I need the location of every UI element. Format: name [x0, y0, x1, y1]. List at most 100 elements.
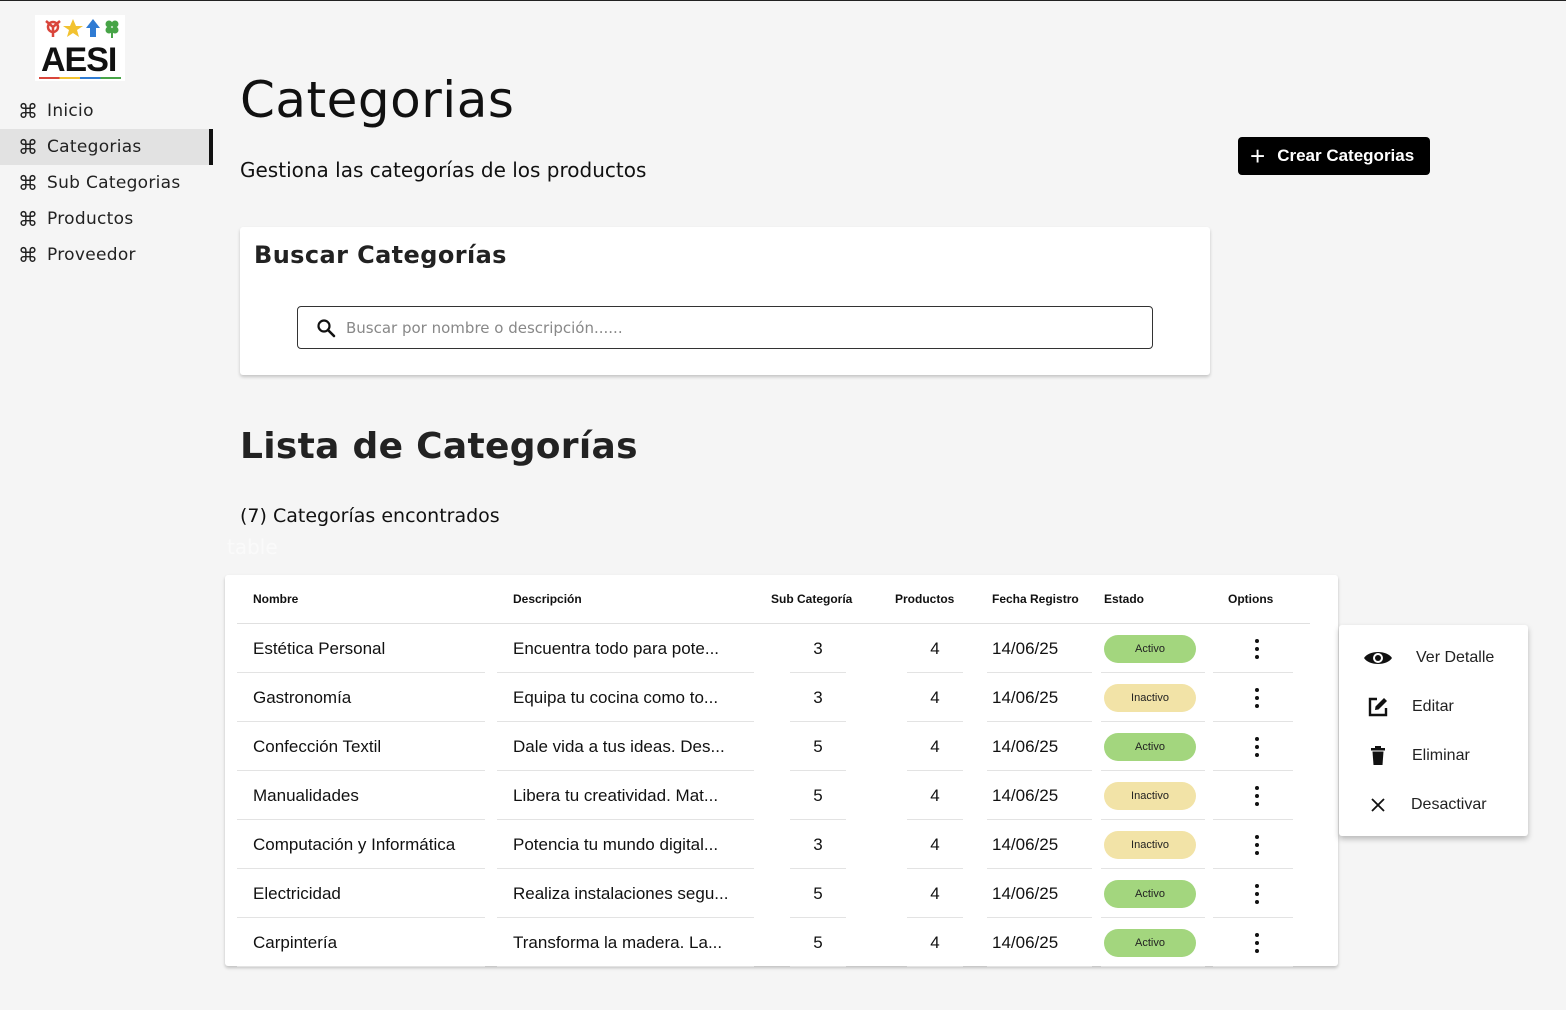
cell-descripcion: Transforma la madera. La...: [513, 932, 723, 952]
cell-estado: Activo: [1104, 722, 1204, 771]
cell-estado: Inactivo: [1104, 771, 1204, 820]
column-header-nombre[interactable]: Nombre: [253, 592, 298, 606]
menu-item-ver-detalle[interactable]: Ver Detalle: [1339, 633, 1528, 682]
column-header-estado[interactable]: Estado: [1104, 592, 1144, 606]
more-vertical-icon: [1247, 781, 1267, 811]
cell-fecha-registro: 14/06/25: [992, 834, 1059, 854]
sidebar-item-inicio[interactable]: ⌘ Inicio: [0, 93, 213, 129]
cell-divider: [907, 966, 963, 967]
column-header-productos[interactable]: Productos: [895, 592, 954, 606]
command-icon: ⌘: [18, 207, 39, 231]
eye-icon: [1363, 643, 1393, 673]
cell-nombre: Manualidades: [253, 785, 359, 805]
table-row: Gastronomía Equipa tu cocina como to... 3 4…: [225, 673, 1338, 722]
cell-fecha-registro: 14/06/25: [992, 883, 1059, 903]
more-vertical-icon: [1247, 732, 1267, 762]
cell-sub-categoria: 3: [813, 638, 823, 658]
create-category-button[interactable]: + Crear Categorias: [1238, 137, 1430, 175]
column-header-fecha-registro[interactable]: Fecha Registro: [992, 592, 1079, 606]
row-options-button[interactable]: [1229, 624, 1285, 673]
cell-divider: [497, 966, 754, 967]
column-header-options: Options: [1228, 592, 1274, 606]
cell-nombre: Carpintería: [253, 932, 338, 952]
cell-productos: 4: [930, 736, 940, 756]
cell-productos: 4: [930, 932, 940, 952]
row-options-button[interactable]: [1229, 918, 1285, 967]
status-badge: Activo: [1104, 879, 1196, 908]
command-icon: ⌘: [18, 135, 39, 159]
logo-text: AESI: [41, 41, 117, 79]
trash-icon: [1363, 741, 1393, 771]
row-options-button[interactable]: [1229, 722, 1285, 771]
cell-fecha-registro: 14/06/25: [992, 785, 1059, 805]
more-vertical-icon: [1247, 928, 1267, 958]
table-row: Electricidad Realiza instalaciones segu..…: [225, 869, 1338, 918]
sidebar-item-categorias[interactable]: ⌘ Categorias: [0, 129, 213, 165]
cell-sub-categoria: 5: [813, 785, 823, 805]
sidebar-item-sub-categorias[interactable]: ⌘ Sub Categorias: [0, 165, 213, 201]
cell-divider: [987, 966, 1092, 967]
cell-estado: Activo: [1104, 624, 1204, 673]
sidebar-item-label: Productos: [47, 209, 134, 229]
column-header-descripcion[interactable]: Descripción: [513, 592, 582, 606]
search-card: Buscar Categorías: [240, 227, 1210, 375]
cell-fecha-registro: 14/06/25: [992, 932, 1059, 952]
cell-divider: [790, 966, 846, 967]
row-options-menu: Ver Detalle Editar Eliminar Desactivar: [1339, 625, 1528, 836]
sidebar-item-proveedor[interactable]: ⌘ Proveedor: [0, 237, 213, 273]
results-count: (7) Categorías encontrados: [240, 505, 500, 527]
command-icon: ⌘: [18, 171, 39, 195]
cell-nombre: Computación y Informática: [253, 834, 456, 854]
cell-productos: 4: [930, 834, 940, 854]
search-card-title: Buscar Categorías: [254, 241, 507, 269]
cell-productos: 4: [930, 687, 940, 707]
sidebar-item-label: Inicio: [47, 101, 94, 121]
cell-descripcion: Libera tu creatividad. Mat...: [513, 785, 719, 805]
cell-descripcion: Encuentra todo para pote...: [513, 638, 720, 658]
search-box[interactable]: [297, 306, 1153, 349]
row-options-button[interactable]: [1229, 771, 1285, 820]
table-row: Confección Textil Dale vida a tus ideas. …: [225, 722, 1338, 771]
menu-item-label: Editar: [1412, 697, 1454, 715]
column-header-sub-categoria[interactable]: Sub Categoría: [771, 592, 852, 606]
table-row: Estética Personal Encuentra todo para pot…: [225, 624, 1338, 673]
sidebar-item-label: Sub Categorias: [47, 173, 181, 193]
table-row: Computación y Informática Potencia tu mun…: [225, 820, 1338, 869]
cell-estado: Inactivo: [1104, 820, 1204, 869]
more-vertical-icon: [1247, 634, 1267, 664]
menu-item-desactivar[interactable]: Desactivar: [1339, 780, 1528, 829]
sidebar-item-productos[interactable]: ⌘ Productos: [0, 201, 213, 237]
status-badge: Inactivo: [1104, 830, 1196, 859]
cell-sub-categoria: 5: [813, 883, 823, 903]
cell-divider: [1101, 966, 1205, 967]
menu-item-label: Ver Detalle: [1416, 648, 1495, 666]
row-options-button[interactable]: [1229, 673, 1285, 722]
menu-item-eliminar[interactable]: Eliminar: [1339, 731, 1528, 780]
page-subtitle: Gestiona las categorías de los productos: [240, 158, 647, 182]
row-options-button[interactable]: [1229, 820, 1285, 869]
table-ghost-label: table: [227, 535, 278, 559]
cell-nombre: Estética Personal: [253, 638, 386, 658]
cell-sub-categoria: 3: [813, 834, 823, 854]
table-row: Carpintería Transforma la madera. La... 5 4…: [225, 918, 1338, 967]
cell-fecha-registro: 14/06/25: [992, 736, 1059, 756]
cell-estado: Activo: [1104, 918, 1204, 967]
cell-productos: 4: [930, 883, 940, 903]
list-title: Lista de Categorías: [240, 426, 638, 467]
row-options-button[interactable]: [1229, 869, 1285, 918]
cell-fecha-registro: 14/06/25: [992, 638, 1059, 658]
search-icon: [317, 318, 336, 337]
logo-figures-icon: [43, 17, 119, 39]
plus-icon: +: [1250, 141, 1266, 171]
cell-divider: [237, 966, 485, 967]
search-input[interactable]: [346, 318, 1126, 337]
logo-underline: [39, 77, 121, 79]
cell-nombre: Electricidad: [253, 883, 341, 903]
edit-icon: [1363, 692, 1393, 722]
menu-item-editar[interactable]: Editar: [1339, 682, 1528, 731]
cell-estado: Inactivo: [1104, 673, 1204, 722]
cell-sub-categoria: 5: [813, 932, 823, 952]
cell-divider: [1213, 966, 1293, 967]
sidebar-item-label: Categorias: [47, 137, 142, 157]
cell-descripcion: Equipa tu cocina como to...: [513, 687, 719, 707]
